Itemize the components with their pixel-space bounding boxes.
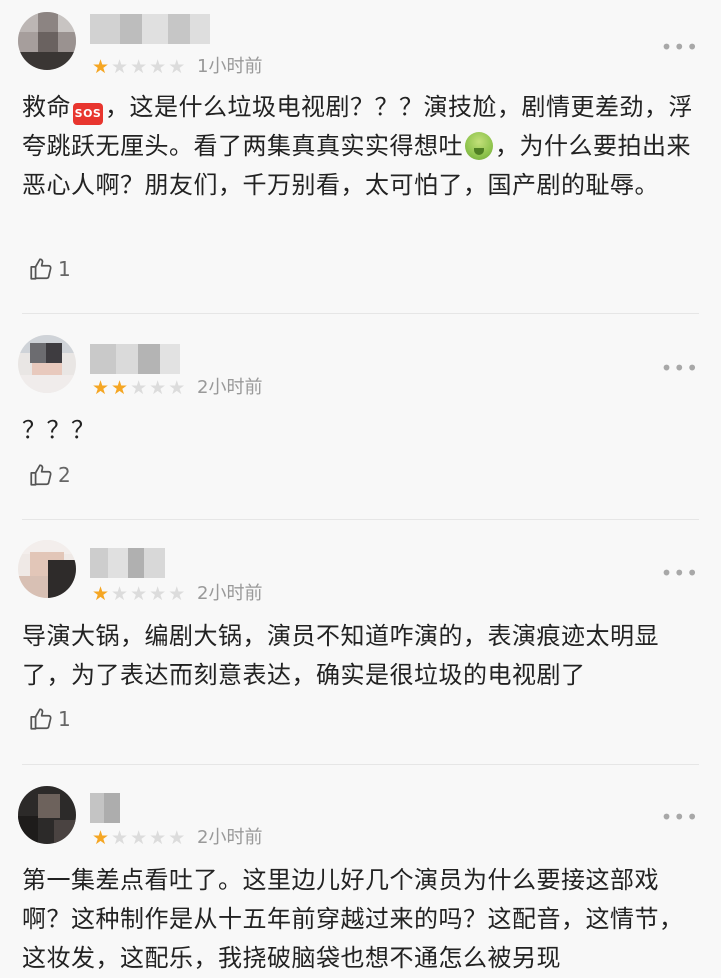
- star-icon: ★: [149, 583, 167, 605]
- star-rating: ★ ★ ★ ★ ★: [92, 57, 185, 77]
- username-blurred[interactable]: [90, 14, 210, 44]
- username-blurred[interactable]: [90, 344, 180, 374]
- review-text: ？？？: [22, 416, 96, 444]
- star-rating: ★ ★ ★ ★ ★: [92, 378, 185, 398]
- timestamp: 2小时前: [197, 583, 263, 604]
- like-count: 1: [58, 257, 71, 281]
- more-dots-icon[interactable]: •••: [661, 358, 699, 378]
- avatar[interactable]: [18, 12, 76, 70]
- star-icon: ★: [130, 827, 148, 849]
- star-icon: ★: [168, 56, 186, 78]
- star-icon: ★: [168, 377, 186, 399]
- star-rating: ★ ★ ★ ★ ★: [92, 828, 185, 848]
- like-count: 2: [58, 463, 71, 487]
- star-icon: ★: [111, 377, 129, 399]
- avatar[interactable]: [18, 335, 76, 393]
- star-icon: ★: [92, 583, 110, 605]
- thumb-up-icon: [28, 462, 54, 488]
- star-icon: ★: [149, 56, 167, 78]
- timestamp: 1小时前: [197, 56, 263, 77]
- more-dots-icon[interactable]: •••: [661, 563, 699, 583]
- divider: [22, 519, 699, 520]
- star-icon: ★: [149, 827, 167, 849]
- like-button[interactable]: 2: [28, 462, 71, 488]
- timestamp: 2小时前: [197, 827, 263, 848]
- review-text: 救命 SOS ，这是什么垃圾电视剧？？？演技尬，剧情更差劲，浮夸跳跃无厘头。看了两集…: [22, 93, 693, 199]
- divider: [22, 764, 699, 765]
- star-icon: ★: [168, 583, 186, 605]
- username-blurred[interactable]: [90, 793, 120, 823]
- star-icon: ★: [168, 827, 186, 849]
- review-text: 导演大锅，编剧大锅，演员不知道咋演的，表演痕迹太明显了，为了表达而刻意表达，确实…: [22, 622, 659, 689]
- star-icon: ★: [111, 827, 129, 849]
- star-icon: ★: [130, 377, 148, 399]
- timestamp: 2小时前: [197, 377, 263, 398]
- thumb-up-icon: [28, 256, 54, 282]
- like-button[interactable]: 1: [28, 706, 71, 732]
- star-icon: ★: [130, 56, 148, 78]
- like-button[interactable]: 1: [28, 256, 71, 282]
- star-icon: ★: [92, 56, 110, 78]
- avatar[interactable]: [18, 540, 76, 598]
- vomit-emoji-icon: [465, 132, 493, 160]
- divider: [22, 313, 699, 314]
- thumb-up-icon: [28, 706, 54, 732]
- like-count: 1: [58, 707, 71, 731]
- more-dots-icon[interactable]: •••: [661, 807, 699, 827]
- star-rating: ★ ★ ★ ★ ★: [92, 584, 185, 604]
- more-dots-icon[interactable]: •••: [661, 37, 699, 57]
- sos-emoji-icon: SOS: [73, 103, 103, 125]
- star-icon: ★: [92, 377, 110, 399]
- review-text: 第一集差点看吐了。这里边儿好几个演员为什么要接这部戏啊？这种制作是从十五年前穿越…: [22, 866, 684, 972]
- username-blurred[interactable]: [90, 548, 165, 578]
- star-icon: ★: [92, 827, 110, 849]
- star-icon: ★: [111, 56, 129, 78]
- star-icon: ★: [130, 583, 148, 605]
- star-icon: ★: [111, 583, 129, 605]
- star-icon: ★: [149, 377, 167, 399]
- avatar[interactable]: [18, 786, 76, 844]
